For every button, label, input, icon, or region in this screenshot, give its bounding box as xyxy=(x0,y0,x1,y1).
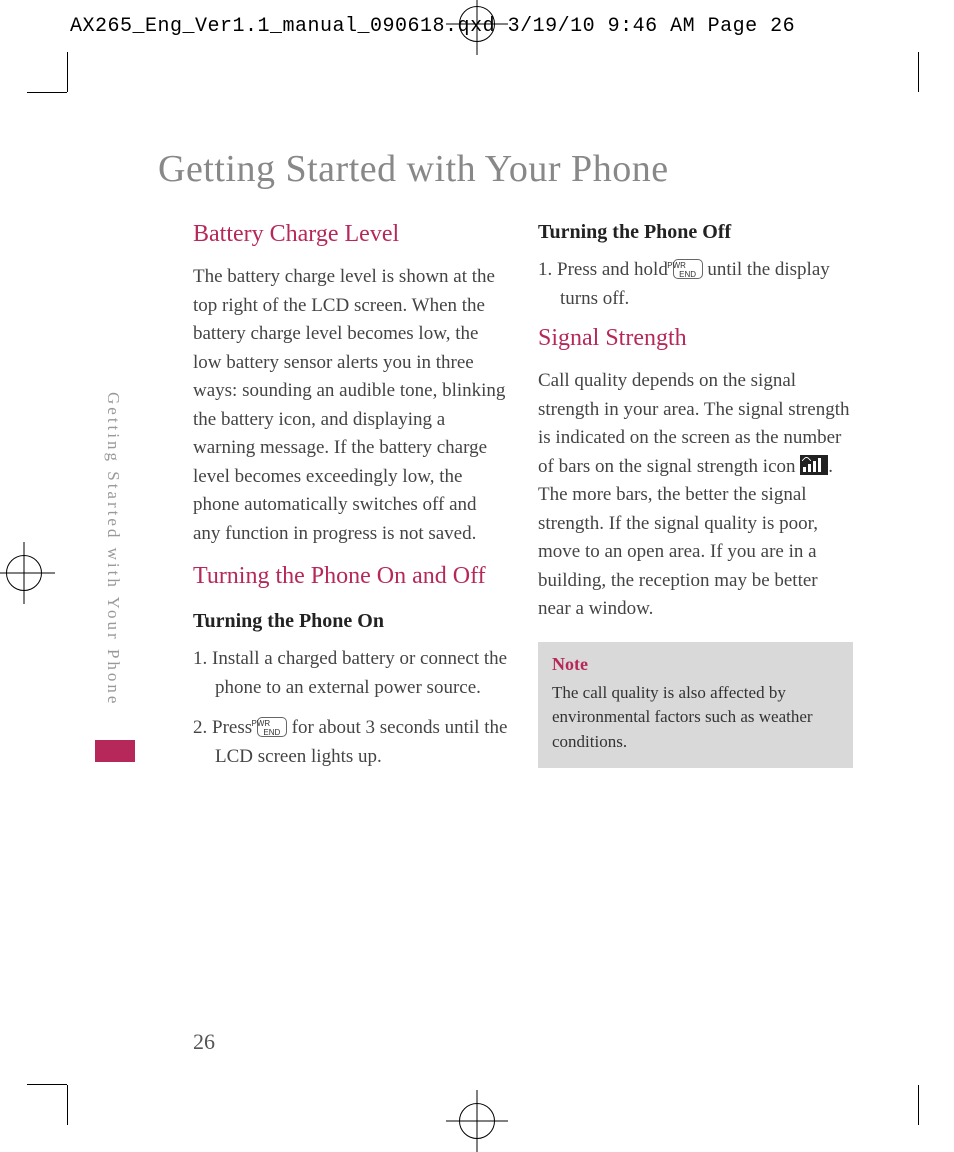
subheading-turning-on: Turning the Phone On xyxy=(193,610,508,633)
crop-corner xyxy=(918,1085,919,1125)
step-on-1: 1. Install a charged battery or connect … xyxy=(193,645,508,702)
step-on-2-pre: 2. Press xyxy=(193,717,257,738)
paragraph-signal: Call quality depends on the signal stren… xyxy=(538,367,853,624)
page-number: 26 xyxy=(193,1029,215,1055)
step-off-1: 1. Press and hold until the display turn… xyxy=(538,256,853,313)
crop-corner xyxy=(67,52,68,92)
page-body: Getting Started with Your Phone Getting … xyxy=(68,92,918,1085)
heading-turning-on-off: Turning the Phone On and Off xyxy=(193,563,508,590)
note-label: Note xyxy=(552,654,839,675)
side-bar-accent xyxy=(95,740,135,762)
step-on-2: 2. Press for about 3 seconds until the L… xyxy=(193,714,508,771)
crop-corner xyxy=(918,52,919,92)
crop-mark-top xyxy=(459,6,495,42)
crop-corner xyxy=(67,1085,68,1125)
note-text: The call quality is also affected by env… xyxy=(552,681,839,755)
heading-battery-charge-level: Battery Charge Level xyxy=(193,221,508,248)
left-column: Battery Charge Level The battery charge … xyxy=(193,221,508,783)
crop-corner xyxy=(27,1084,67,1085)
page-title: Getting Started with Your Phone xyxy=(158,147,918,191)
crop-mark-left xyxy=(6,555,42,591)
crop-mark-bottom xyxy=(459,1103,495,1139)
right-column: Turning the Phone Off 1. Press and hold … xyxy=(538,221,853,783)
content-columns: Battery Charge Level The battery charge … xyxy=(193,221,918,783)
note-box: Note The call quality is also affected b… xyxy=(538,642,853,769)
power-end-key-icon xyxy=(673,259,703,279)
crop-corner xyxy=(27,92,67,93)
power-end-key-icon xyxy=(257,717,287,737)
signal-text-post: . The more bars, the better the signal s… xyxy=(538,456,833,620)
step-off-1-pre: 1. Press and hold xyxy=(538,259,673,280)
paragraph-battery: The battery charge level is shown at the… xyxy=(193,263,508,548)
side-running-text: Getting Started with Your Phone xyxy=(103,392,123,706)
heading-signal-strength: Signal Strength xyxy=(538,325,853,352)
subheading-turning-off: Turning the Phone Off xyxy=(538,221,853,244)
signal-strength-icon xyxy=(800,455,828,475)
